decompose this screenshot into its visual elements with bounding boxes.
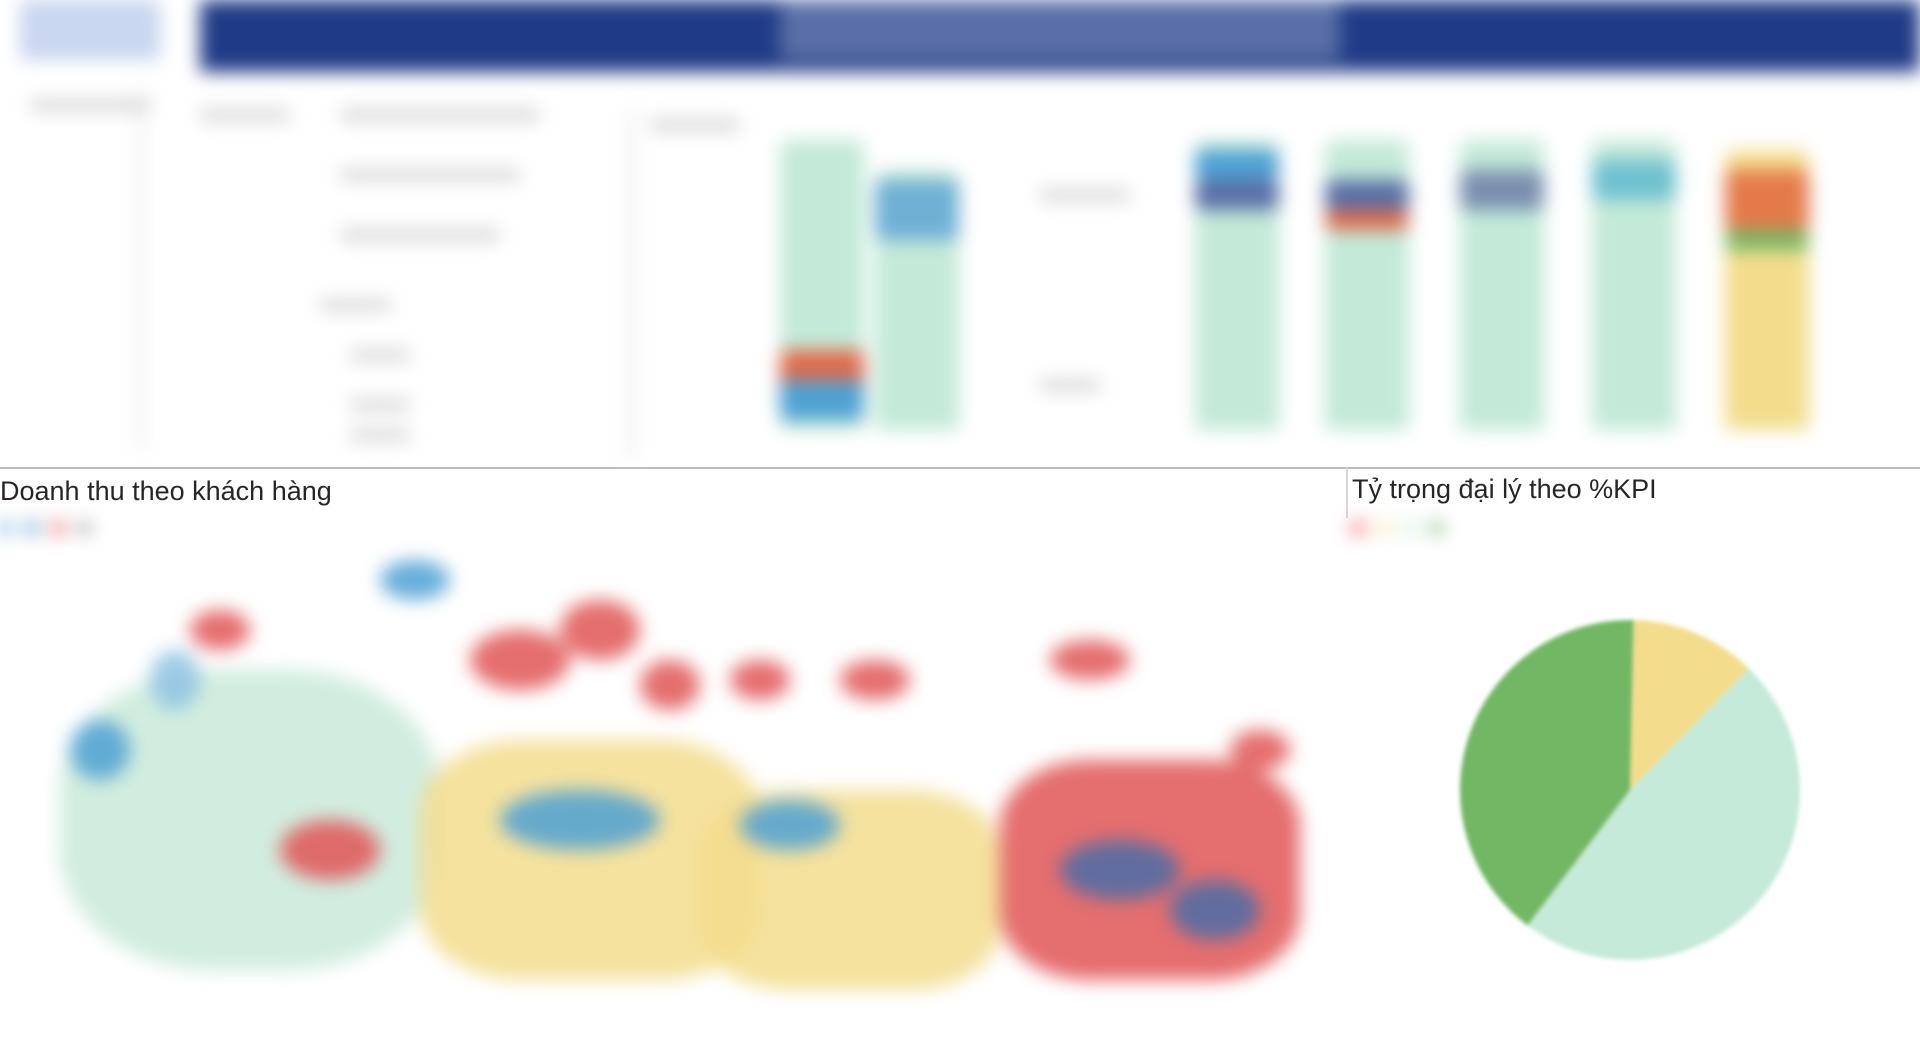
bubble[interactable] — [1060, 840, 1180, 900]
bubble[interactable] — [150, 650, 200, 710]
legend-item[interactable] — [0, 522, 16, 534]
bubble[interactable] — [60, 670, 440, 970]
bubble[interactable] — [640, 660, 700, 710]
vertical-divider — [1346, 468, 1348, 518]
legend-dot-icon — [52, 522, 64, 534]
section-divider — [0, 467, 1920, 469]
agent-kpi-title: Tỷ trọng đại lý theo %KPI — [1352, 474, 1657, 504]
filter-item[interactable] — [350, 430, 410, 440]
filter-label — [340, 170, 520, 180]
legend-dot-icon — [1430, 522, 1442, 534]
bubble[interactable] — [1050, 640, 1130, 680]
legend-item[interactable] — [26, 522, 42, 534]
bubble[interactable] — [380, 560, 450, 600]
customer-legend[interactable] — [0, 522, 94, 534]
legend-item[interactable] — [1404, 522, 1420, 534]
kpi-pie-chart[interactable] — [1420, 590, 1840, 1010]
bubble[interactable] — [280, 820, 380, 880]
column-bar[interactable] — [1325, 140, 1409, 430]
column-bar[interactable] — [1195, 140, 1279, 430]
filter-item[interactable] — [320, 300, 390, 310]
pie-svg[interactable] — [1420, 590, 1840, 1010]
divider — [630, 110, 632, 460]
legend-item[interactable] — [1352, 522, 1368, 534]
legend-item[interactable] — [78, 522, 94, 534]
divider — [140, 90, 142, 450]
filter-item[interactable] — [350, 400, 410, 410]
customer-revenue-bubble-chart[interactable] — [0, 540, 1320, 1040]
logo — [20, 0, 160, 60]
bubble[interactable] — [560, 600, 640, 660]
column-bar[interactable] — [780, 140, 864, 430]
legend-dot-icon — [0, 522, 12, 534]
bubble[interactable] — [470, 630, 570, 690]
filter-label — [340, 230, 500, 240]
bubble[interactable] — [500, 790, 660, 850]
filter-item[interactable] — [350, 350, 410, 360]
legend-dot-icon — [1404, 522, 1416, 534]
column-bar[interactable] — [875, 170, 959, 430]
bubble[interactable] — [70, 720, 130, 780]
column-bar[interactable] — [1460, 140, 1544, 430]
filter-label — [200, 110, 290, 120]
filter-label — [340, 110, 540, 120]
legend-dot-icon — [26, 522, 38, 534]
column-bar[interactable] — [1725, 150, 1809, 430]
report-title-area — [780, 0, 1340, 60]
customer-revenue-title: Doanh thu theo khách hàng — [0, 476, 332, 506]
kpi-legend[interactable] — [1352, 522, 1446, 534]
legend-item[interactable] — [1378, 522, 1394, 534]
filter-label — [30, 100, 150, 110]
bubble[interactable] — [1230, 730, 1290, 770]
bubble[interactable] — [840, 660, 910, 700]
bubble[interactable] — [740, 800, 840, 850]
chart-label — [1040, 380, 1100, 390]
legend-dot-icon — [1352, 522, 1364, 534]
bubble[interactable] — [730, 660, 790, 700]
column-bar[interactable] — [1592, 140, 1676, 430]
legend-dot-icon — [1378, 522, 1390, 534]
bubble[interactable] — [190, 610, 250, 650]
legend-item[interactable] — [52, 522, 68, 534]
bubble[interactable] — [1170, 880, 1260, 940]
legend-dot-icon — [78, 522, 90, 534]
chart-label — [650, 120, 740, 130]
chart-label — [1040, 190, 1130, 200]
legend-item[interactable] — [1430, 522, 1446, 534]
